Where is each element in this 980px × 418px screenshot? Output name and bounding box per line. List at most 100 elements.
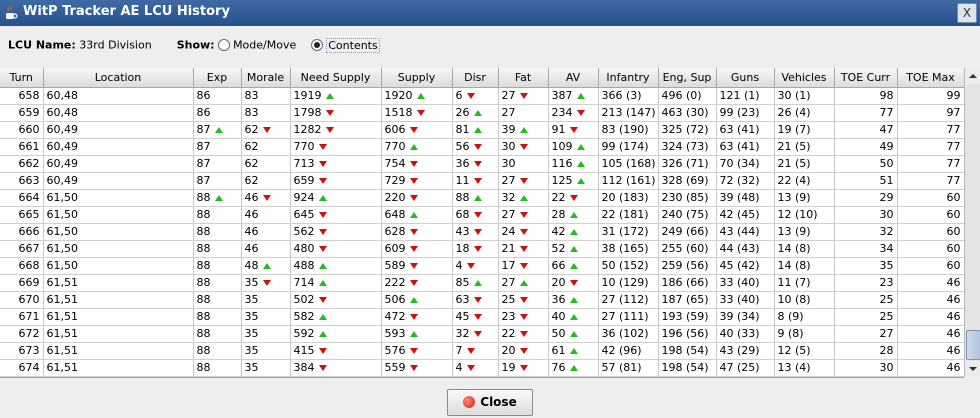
radio-mode-move[interactable]: Mode/Move <box>218 38 300 52</box>
table-cell: 463 (30) <box>658 104 717 122</box>
close-button[interactable]: Close <box>447 389 533 416</box>
table-cell: 415 <box>290 342 382 360</box>
table-cell: 234 <box>548 104 599 122</box>
table-cell: 46 <box>897 376 964 377</box>
table-cell: 61,50 <box>43 240 194 258</box>
table-cell: 35 <box>241 308 291 326</box>
column-header[interactable]: Disr <box>452 68 499 88</box>
table-cell: 21 (5) <box>774 155 835 173</box>
table-cell: 70 (34) <box>716 155 775 173</box>
column-header[interactable]: Infantry <box>598 68 659 88</box>
table-row[interactable]: 669 61,51 88 35 714 222 85 27 20 10 (129) 186 (66)… <box>0 274 964 292</box>
window-close-button[interactable]: X <box>957 3 977 23</box>
radio-contents-label[interactable]: Contents <box>326 37 380 53</box>
table-row[interactable]: 672 61,51 88 35 592 593 32 22 50 36 (102) 196 (56)… <box>0 325 964 343</box>
table-row[interactable]: 661 60,49 87 62 770 770 56 30 109 99 (174) 324 (73… <box>0 138 964 156</box>
table-cell: 99 (174) <box>598 138 659 156</box>
close-button-label[interactable]: Close <box>480 395 516 409</box>
table-row[interactable]: 671 61,51 88 35 582 472 45 23 40 27 (111) 193 (59)… <box>0 308 964 326</box>
table-row[interactable]: 670 61,51 88 35 502 506 63 25 36 27 (112) 187 (65)… <box>0 291 964 309</box>
table-cell: 43 (44) <box>716 223 775 241</box>
table-cell: 47 <box>834 121 898 139</box>
table-row[interactable]: 67561,51883577478328237659 (79)196 (55)4… <box>0 376 964 377</box>
table-cell: 109 <box>548 138 599 156</box>
table-row[interactable]: 674 61,51 88 35 384 559 4 19 76 57 (81) 198 (54) 47… <box>0 359 964 377</box>
table-cell: 17 <box>498 257 549 275</box>
table-row[interactable]: 667 61,50 88 46 480 609 18 21 52 38 (165) 255 (60)… <box>0 240 964 258</box>
table-cell: 384 <box>290 359 382 377</box>
table-cell: 255 (60) <box>658 240 717 258</box>
radio-mode-move-label[interactable]: Mode/Move <box>233 39 296 52</box>
table-cell: 30 <box>834 359 898 377</box>
table-cell: 667 <box>0 240 44 258</box>
table-row[interactable]: 658 60,48 86 83 1919 1920 6 27 387 366 (3) 496 (0)… <box>0 87 964 105</box>
table-row[interactable]: 660 60,49 87 62 1282 606 81 39 91 83 (190) 325 (72… <box>0 121 964 139</box>
column-header[interactable]: Location <box>43 68 194 88</box>
radio-contents-indicator[interactable] <box>311 39 324 52</box>
table-cell: 13 (9) <box>774 223 835 241</box>
table-row[interactable]: 665 61,50 88 46 645 648 68 27 28 22 (181) 240 (75)… <box>0 206 964 224</box>
table-cell: 88 <box>193 342 242 360</box>
table-cell: 26 (4) <box>774 104 835 122</box>
table-cell: 61,50 <box>43 223 194 241</box>
table-cell: 60,49 <box>43 138 194 156</box>
table-cell: 1798 <box>290 104 382 122</box>
table-cell: 49 <box>834 138 898 156</box>
column-header[interactable]: TOE Max <box>897 68 964 88</box>
table-cell: 60 <box>897 189 964 207</box>
table-row[interactable]: 663 60,49 87 62 659 729 11 27 125 112 (161) 328 (6… <box>0 172 964 190</box>
table-cell: 328 (69) <box>658 172 717 190</box>
radio-mode-move-indicator[interactable] <box>218 39 231 52</box>
table-cell: 52 <box>548 240 599 258</box>
table-cell: 22 <box>498 325 549 343</box>
table-row[interactable]: 662 60,49 87 62 713 754 36 30 116 105 (168) 326 (7… <box>0 155 964 173</box>
title-bar: WitP Tracker AE LCU History X <box>0 0 980 26</box>
table-cell: 582 <box>290 308 382 326</box>
column-header[interactable]: Need Supply <box>290 68 382 88</box>
table-cell: 729 <box>381 172 453 190</box>
table-cell: 29 <box>834 189 898 207</box>
column-header[interactable]: TOE Curr <box>834 68 898 88</box>
table-row[interactable]: 659 60,48 86 83 1798 1518 26 27 234 213 (147) 463 … <box>0 104 964 122</box>
column-header[interactable]: Turn <box>0 68 44 88</box>
table-cell: 42 (45) <box>716 206 775 224</box>
table-row[interactable]: 673 61,51 88 35 415 576 7 20 61 42 (96) 198 (54) 43… <box>0 342 964 360</box>
table-cell: 1282 <box>290 121 382 139</box>
table-cell: 88 <box>452 189 499 207</box>
table-row[interactable]: 668 61,50 88 48 488 589 4 17 66 50 (152) 259 (56) 4… <box>0 257 964 275</box>
table-cell: 61,51 <box>43 359 194 377</box>
table-cell: 21 <box>498 240 549 258</box>
table-cell: 25 <box>498 291 549 309</box>
table-cell: 325 (72) <box>658 121 717 139</box>
table-cell: 121 (1) <box>716 87 775 105</box>
table-cell: 230 (85) <box>658 189 717 207</box>
table-cell: 35 <box>241 342 291 360</box>
table-row[interactable]: 664 61,50 88 46 924 220 88 32 22 20 (183) 230 (85)… <box>0 189 964 207</box>
table-cell: 472 <box>381 308 453 326</box>
table-cell: 43 (29) <box>716 342 775 360</box>
table-cell: 61 <box>548 342 599 360</box>
table-cell: 669 <box>0 274 44 292</box>
table-cell: 48 <box>241 257 291 275</box>
column-header[interactable]: Supply <box>381 68 453 88</box>
scrollbar-thumb[interactable] <box>966 330 980 360</box>
column-header[interactable]: Morale <box>241 68 291 88</box>
column-header[interactable]: Fat <box>498 68 549 88</box>
column-header[interactable]: Guns <box>716 68 775 88</box>
table-cell: 609 <box>381 240 453 258</box>
column-header[interactable]: Vehicles <box>774 68 835 88</box>
radio-contents[interactable]: Contents <box>311 37 380 53</box>
column-header[interactable]: Exp <box>193 68 242 88</box>
scroll-down-arrow-icon[interactable] <box>965 361 980 377</box>
table-cell: 562 <box>290 223 382 241</box>
table-cell: 22 (181) <box>598 206 659 224</box>
table-cell: 27 (111) <box>598 308 659 326</box>
scroll-up-arrow-icon[interactable] <box>965 68 980 84</box>
column-header[interactable]: AV <box>548 68 599 88</box>
table-cell: 61,50 <box>43 189 194 207</box>
table-cell: 61,51 <box>43 274 194 292</box>
vertical-scrollbar[interactable] <box>964 68 980 377</box>
table-row[interactable]: 666 61,50 88 46 562 628 43 24 42 31 (172) 249 (66)… <box>0 223 964 241</box>
column-header[interactable]: Eng, Sup <box>658 68 717 88</box>
table-cell: 1920 <box>381 87 453 105</box>
